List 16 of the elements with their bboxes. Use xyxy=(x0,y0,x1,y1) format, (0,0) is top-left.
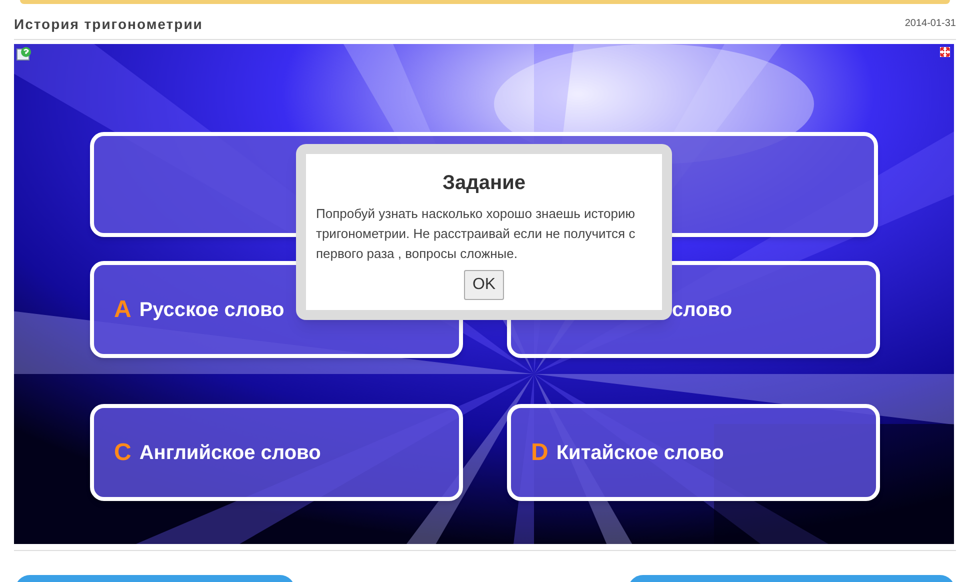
answer-text: Русское слово xyxy=(139,298,284,322)
page-title: История тригонометрии xyxy=(14,15,203,34)
date-text: 2014-01-31 xyxy=(904,17,956,31)
answer-letter: C xyxy=(114,438,132,468)
dialog-title: Задание xyxy=(442,171,526,196)
answer-letter: A xyxy=(114,294,132,324)
answer-letter: D xyxy=(531,438,548,468)
fullscreen-icon[interactable] xyxy=(940,47,950,57)
answer-text: слово xyxy=(672,298,732,322)
answer-text: Китайское слово xyxy=(556,440,724,466)
answer-card[interactable]: D Китайское слово xyxy=(507,404,880,501)
answer-card[interactable]: C Английское слово xyxy=(90,404,463,501)
help-icon[interactable] xyxy=(16,46,32,62)
answer-text: Английское слово xyxy=(139,440,321,466)
ok-button[interactable]: OK xyxy=(464,270,504,300)
dialog-message: Попробуй узнать насколько хорошо знаешь историю тригонометрии. Не расстраивай если не получится с первого раза , вопросы сложные. xyxy=(316,205,636,263)
